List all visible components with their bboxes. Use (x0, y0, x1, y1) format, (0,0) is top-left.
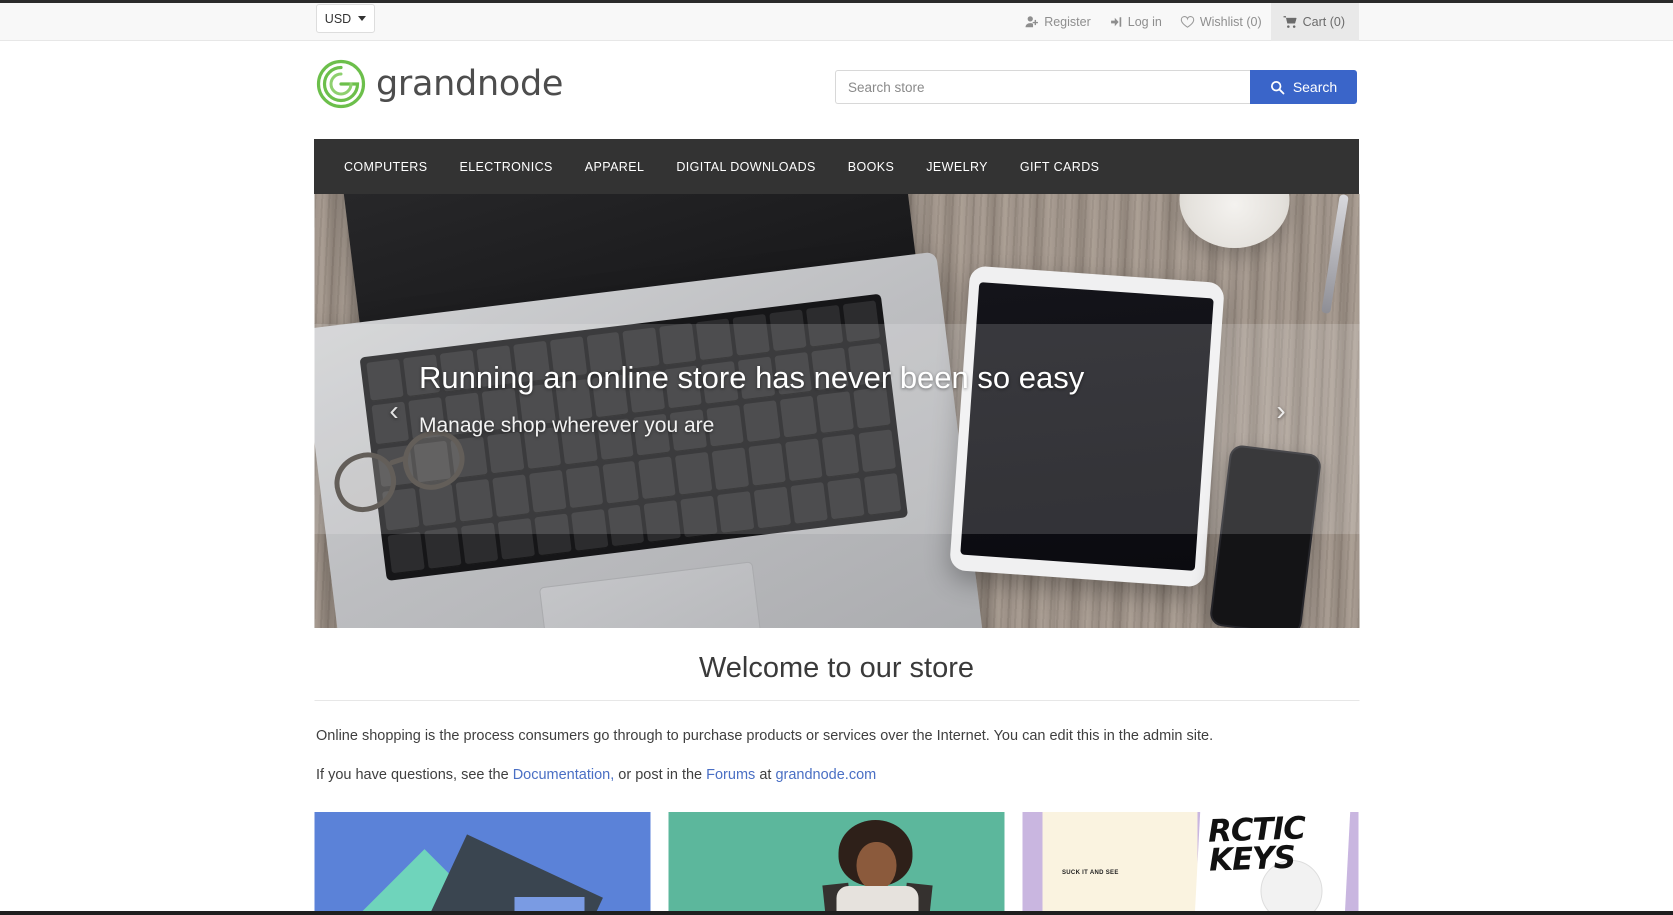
nav-item-books[interactable]: BOOKS (832, 160, 910, 174)
wishlist-label: Wishlist (0) (1199, 15, 1262, 29)
card-person-face (856, 842, 896, 890)
nav-item-gift-cards[interactable]: GIFT CARDS (1004, 160, 1115, 174)
site-logo-text: grandnode (376, 64, 564, 104)
chevron-down-icon (358, 16, 367, 21)
help-at-text: at (755, 767, 776, 784)
grandnode-site-link[interactable]: grandnode.com (775, 767, 876, 783)
top-bar: USD Register Log in Wishlist (0) Cart (0… (0, 3, 1673, 41)
intro-paragraph: Online shopping is the process consumers… (316, 728, 1214, 744)
page-title: Welcome to our store (314, 652, 1359, 701)
site-logo[interactable]: grandnode (316, 59, 563, 109)
main-navigation-inner: COMPUTERS ELECTRONICS APPAREL DIGITAL DO… (314, 139, 1359, 194)
laptop-trackpad-prop (538, 561, 768, 628)
hero-subtitle: Manage shop wherever you are (419, 413, 715, 437)
main-navigation: COMPUTERS ELECTRONICS APPAREL DIGITAL DO… (0, 139, 1673, 194)
card-album-title: RCTIC KEYS (1206, 812, 1306, 880)
wishlist-link[interactable]: Wishlist (0) (1171, 3, 1271, 41)
login-link[interactable]: Log in (1100, 3, 1171, 41)
documentation-link[interactable]: Documentation, (513, 767, 615, 783)
user-plus-icon (1025, 15, 1039, 29)
hero-title: Running an online store has never been s… (419, 360, 1085, 395)
card-caption: SUCK IT AND SEE (1062, 870, 1119, 876)
site-header-inner: grandnode Search (314, 42, 1359, 139)
search-icon (1270, 80, 1285, 95)
chevron-left-icon[interactable]: ‹ (374, 387, 414, 435)
register-label: Register (1044, 15, 1091, 29)
nav-item-digital-downloads[interactable]: DIGITAL DOWNLOADS (660, 160, 831, 174)
hero-caption: Running an online store has never been s… (419, 359, 1179, 438)
main-content: Welcome to our store Online shopping is … (314, 628, 1359, 787)
window-bottom-edge (0, 911, 1673, 915)
card-green-portrait[interactable] (668, 812, 1004, 915)
cart-label: Cart (0) (1302, 15, 1345, 29)
chevron-right-icon[interactable]: › (1261, 387, 1301, 435)
currency-label: USD (324, 11, 352, 26)
register-link[interactable]: Register (1016, 3, 1100, 41)
search-button[interactable]: Search (1250, 70, 1357, 104)
hero-carousel[interactable]: Running an online store has never been s… (314, 194, 1359, 628)
card-arctic-monkeys[interactable]: SUCK IT AND SEE RCTIC KEYS (1022, 812, 1358, 915)
currency-selector[interactable]: USD (316, 4, 375, 33)
search-input[interactable] (835, 70, 1250, 104)
cart-link[interactable]: Cart (0) (1270, 3, 1359, 41)
site-header: grandnode Search (0, 42, 1673, 139)
featured-cards: SUCK IT AND SEE RCTIC KEYS (314, 812, 1359, 915)
nav-item-jewelry[interactable]: JEWELRY (910, 160, 1004, 174)
help-mid-text: or post in the (614, 767, 707, 784)
card-sleeve-cream (1042, 812, 1197, 915)
shopping-cart-icon (1283, 15, 1298, 29)
nav-item-electronics[interactable]: ELECTRONICS (443, 160, 568, 174)
top-bar-links: Register Log in Wishlist (0) Cart (0) (1016, 3, 1359, 41)
search-box: Search (835, 70, 1357, 104)
login-label: Log in (1127, 15, 1162, 29)
help-paragraph: If you have questions, see the Documenta… (316, 764, 1359, 787)
top-bar-inner: USD Register Log in Wishlist (0) Cart (0… (314, 3, 1359, 41)
login-arrow-icon (1109, 15, 1123, 29)
card-blue-geometric[interactable] (314, 812, 650, 915)
search-button-label: Search (1292, 79, 1338, 95)
heart-icon (1180, 15, 1195, 29)
nav-item-apparel[interactable]: APPAREL (569, 160, 661, 174)
grandnode-g-logo-icon (316, 59, 366, 109)
forums-link[interactable]: Forums (706, 767, 755, 783)
nav-item-computers[interactable]: COMPUTERS (328, 160, 443, 174)
help-lead-text: If you have questions, see the (316, 767, 513, 784)
